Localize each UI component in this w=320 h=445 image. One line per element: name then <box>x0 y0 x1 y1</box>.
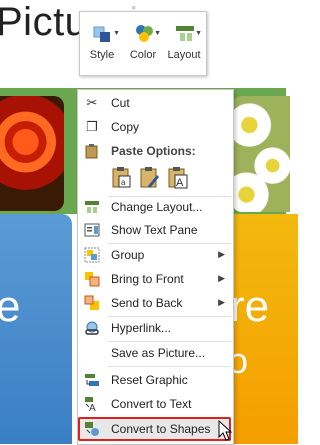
submenu-arrow-icon: ▶ <box>218 273 225 283</box>
scissors-icon: ✂ <box>86 95 98 110</box>
paste-text-only-icon[interactable]: A <box>167 166 189 190</box>
menu-item-save-as-picture[interactable]: Save as Picture... <box>78 342 233 364</box>
menu-item-cut[interactable]: ✂ Cut <box>78 92 233 114</box>
menu-item-bring-to-front[interactable]: Bring to Front ▶ <box>78 268 233 290</box>
style-icon <box>93 26 110 42</box>
menu-item-convert-to-shapes[interactable]: Convert to Shapes <box>78 417 231 441</box>
paste-options-label: Paste Options: <box>111 144 196 158</box>
paste-use-destination-theme-icon[interactable]: a <box>111 166 133 190</box>
reset-icon <box>85 374 99 386</box>
menu-item-label: Send to Back <box>111 296 183 310</box>
submenu-arrow-icon: ▶ <box>218 249 225 259</box>
convert-shapes-icon <box>85 422 99 436</box>
picture-red-flower <box>0 96 64 211</box>
menu-item-label: Hyperlink... <box>111 321 172 335</box>
paste-options-header: Paste Options: <box>78 140 233 162</box>
svg-text:A: A <box>89 403 96 412</box>
style-label: Style <box>89 49 115 61</box>
layout-icon <box>85 201 99 213</box>
menu-item-label: Group <box>111 248 145 262</box>
menu-item-label: Save as Picture... <box>111 346 206 360</box>
blue-shape-text: e <box>0 282 21 331</box>
menu-item-label: Show Text Pane <box>111 223 198 237</box>
mini-toolbar: ▼ Style ▼ Color ▼ Layout <box>79 11 207 76</box>
menu-separator <box>108 366 231 367</box>
svg-text:a: a <box>121 178 126 187</box>
color-button[interactable]: ▼ Color <box>123 16 163 72</box>
menu-item-hyperlink[interactable]: Hyperlink... <box>78 317 233 339</box>
chevron-down-icon: ▼ <box>154 30 161 37</box>
copy-icon: ❐ <box>86 119 98 134</box>
menu-item-label: Bring to Front <box>111 272 184 286</box>
group-icon <box>84 247 100 263</box>
context-menu: ✂ Cut ❐ Copy Paste Options: a A Change L… <box>77 89 234 445</box>
paste-options-row: a A <box>111 166 201 192</box>
svg-text:A: A <box>176 177 184 189</box>
yellow-shape-text: re <box>230 282 270 331</box>
submenu-arrow-icon: ▶ <box>218 297 225 307</box>
mouse-pointer-icon <box>218 420 233 441</box>
picture-daisies <box>232 96 290 212</box>
layout-button[interactable]: ▼ Layout <box>164 16 204 72</box>
menu-item-group[interactable]: Group ▶ <box>78 244 233 266</box>
menu-item-show-text-pane[interactable]: Show Text Pane <box>78 219 233 241</box>
send-back-icon <box>84 295 99 310</box>
color-label: Color <box>129 49 157 61</box>
menu-item-change-layout[interactable]: Change Layout... <box>78 196 233 218</box>
menu-item-copy[interactable]: ❐ Copy <box>78 116 233 138</box>
color-icon <box>136 25 153 42</box>
style-button[interactable]: ▼ Style <box>82 16 122 72</box>
menu-item-label: Copy <box>111 120 140 134</box>
menu-item-label: Change Layout... <box>111 200 203 214</box>
text-pane-icon <box>84 223 100 237</box>
chevron-down-icon: ▼ <box>113 30 120 37</box>
layout-label: Layout <box>167 49 201 61</box>
paste-keep-formatting-icon[interactable] <box>139 166 161 190</box>
menu-item-label: Reset Graphic <box>111 373 188 387</box>
menu-item-label: Convert to Text <box>111 397 192 411</box>
bring-front-icon <box>85 272 100 287</box>
menu-item-reset-graphic[interactable]: Reset Graphic <box>78 369 233 391</box>
convert-text-icon: A <box>85 397 96 412</box>
layout-icon <box>176 26 194 41</box>
smartart-shape-blue[interactable]: e <box>0 214 72 444</box>
clipboard-icon <box>85 144 98 159</box>
menu-item-convert-to-text[interactable]: A Convert to Text <box>78 393 233 415</box>
menu-item-send-to-back[interactable]: Send to Back ▶ <box>78 292 233 314</box>
link-icon <box>85 321 99 335</box>
chevron-down-icon: ▼ <box>195 30 202 37</box>
menu-item-label: Convert to Shapes <box>111 422 211 436</box>
menu-item-label: Cut <box>111 96 130 110</box>
